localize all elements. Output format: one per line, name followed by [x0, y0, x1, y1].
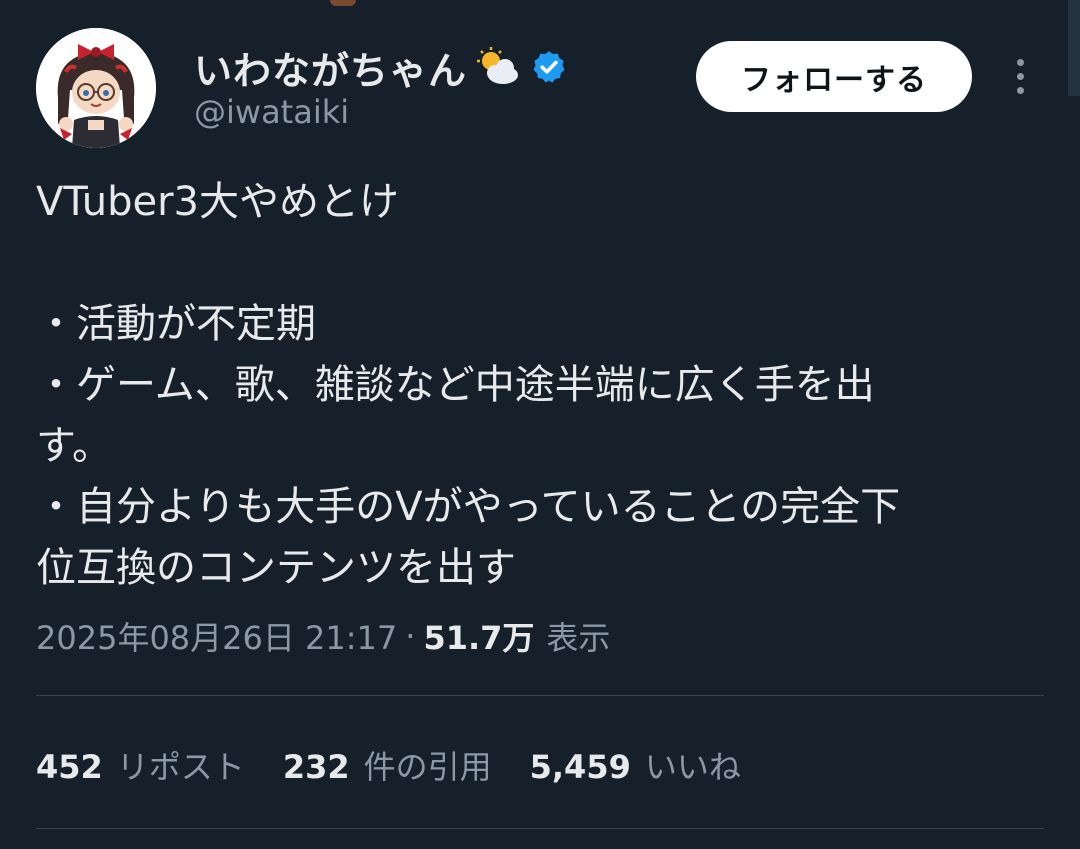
like-count: 5,459: [529, 748, 631, 786]
like-label: いいね: [644, 748, 741, 786]
display-name-row[interactable]: いわながちゃん: [194, 40, 567, 94]
views-label: 表示: [546, 619, 611, 657]
previous-content-edge: [330, 0, 356, 6]
verified-badge-icon[interactable]: [531, 49, 567, 85]
tweet-text-line: 位互換のコンテンツを出す: [36, 545, 516, 591]
quote-stat[interactable]: 232 件の引用: [283, 742, 492, 788]
tweet-text: VTuber3大やめとけ ・活動が不定期 ・ゲーム、歌、雑談など中途半端に広く手…: [36, 172, 1046, 599]
more-vertical-icon-dot: [1016, 72, 1024, 80]
meta-separator: ·: [405, 617, 416, 655]
quote-count: 232: [282, 748, 350, 786]
tweet-meta: 2025年08月26日 21:17 · 51.7万 表示: [36, 612, 610, 660]
tweet-timestamp[interactable]: 2025年08月26日 21:17: [36, 613, 397, 659]
divider: [36, 695, 1044, 696]
display-name[interactable]: いわながちゃん: [194, 40, 467, 95]
tweet-text-line: VTuber3大やめとけ: [36, 179, 399, 225]
avatar-illustration: [36, 28, 156, 148]
views-count[interactable]: 51.7万: [423, 613, 534, 659]
tweet-text-line: ・自分よりも大手のVがやっていることの完全下: [36, 484, 901, 530]
avatar[interactable]: [36, 28, 156, 148]
quote-label: 件の引用: [363, 748, 492, 786]
engagement-stats: 452 リポスト 232 件の引用 5,459 いいね: [36, 740, 779, 790]
more-vertical-icon: [1016, 58, 1024, 66]
tweet-text-line: ・ゲーム、歌、雑談など中途半端に広く手を出: [36, 362, 875, 408]
follow-button[interactable]: フォローする: [696, 41, 972, 112]
sun-behind-cloud-icon: [477, 47, 519, 84]
tweet-text-line: す。: [36, 423, 112, 469]
more-vertical-icon-dot: [1016, 86, 1024, 94]
like-stat[interactable]: 5,459 いいね: [530, 742, 741, 788]
tweet-text-line: ・活動が不定期: [36, 301, 316, 347]
scrollbar[interactable]: [1068, 0, 1080, 96]
divider: [36, 828, 1044, 829]
tweet-text-blank-line: [36, 233, 1046, 294]
repost-stat[interactable]: 452 リポスト: [36, 742, 245, 788]
repost-label: リポスト: [116, 748, 245, 786]
repost-count: 452: [36, 748, 103, 786]
tweet-detail-page: いわながちゃん @iwataiki フォローする VTuber3大やめとけ ・活…: [0, 0, 1080, 849]
more-options-button[interactable]: [1002, 52, 1038, 100]
user-handle[interactable]: @iwataiki: [194, 93, 349, 131]
